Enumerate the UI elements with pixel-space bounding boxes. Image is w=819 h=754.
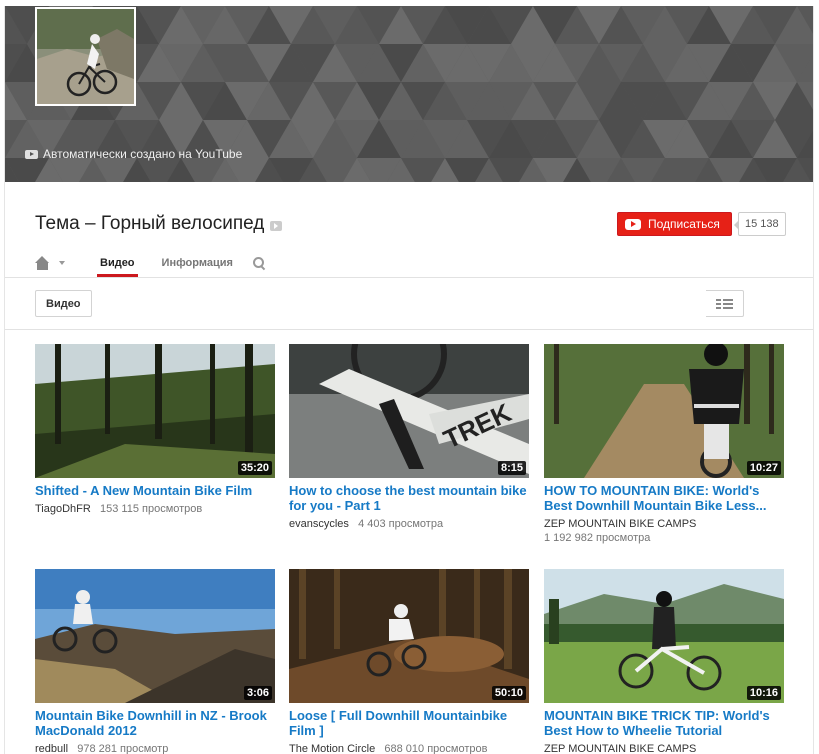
video-title-link[interactable]: Mountain Bike Downhill in NZ - Brook Mac… — [35, 708, 275, 738]
video-meta: redbull 978 281 просмотр — [35, 742, 275, 754]
tabs-divider — [5, 277, 813, 278]
channel-avatar[interactable] — [35, 7, 136, 106]
chevron-down-icon[interactable] — [59, 260, 65, 265]
channel-banner: Автоматически создано на YouTube — [5, 6, 813, 182]
video-title-link[interactable]: HOW TO MOUNTAIN BIKE: World's Best Downh… — [544, 483, 784, 513]
channel-page: Автоматически создано на YouTube Тема – … — [4, 6, 814, 754]
subscriber-count: 15 138 — [734, 212, 786, 236]
video-thumbnail[interactable]: 10:27 — [544, 344, 784, 478]
video-duration: 8:15 — [497, 461, 526, 475]
content-filter-button[interactable]: Видео — [35, 290, 92, 317]
subscribe-label: Подписаться — [648, 217, 720, 231]
video-meta: evanscycles 4 403 просмотра — [289, 517, 529, 531]
video-card: 50:10 Loose [ Full Downhill Mountainbike… — [289, 569, 529, 754]
video-thumbnail[interactable]: TREK 8:15 — [289, 344, 529, 478]
video-meta: ZEP MOUNTAIN BIKE CAMPS — [544, 742, 784, 754]
video-uploader[interactable]: The Motion Circle — [289, 743, 375, 754]
filter-divider — [5, 329, 813, 330]
tab-info[interactable]: Информация — [162, 248, 233, 277]
channel-header: Тема – Горный велосипед — [35, 213, 283, 235]
video-views: 978 281 просмотр — [77, 743, 169, 754]
tab-search[interactable] — [252, 248, 269, 277]
channel-title[interactable]: Тема – Горный велосипед — [35, 213, 264, 235]
video-views: 688 010 просмотров — [384, 743, 488, 754]
video-meta: ZEP MOUNTAIN BIKE CAMPS 1 192 982 просмо… — [544, 517, 784, 545]
video-uploader[interactable]: ZEP MOUNTAIN BIKE CAMPS — [544, 517, 784, 531]
video-views: 153 115 просмотров — [100, 503, 203, 515]
video-title-link[interactable]: Shifted - A New Mountain Bike Film — [35, 483, 275, 498]
video-card: 3:06 Mountain Bike Downhill in NZ - Broo… — [35, 569, 275, 754]
auto-created-text: Автоматически создано на YouTube — [43, 147, 243, 161]
list-icon — [716, 298, 733, 309]
home-icon — [35, 255, 50, 270]
tab-home[interactable] — [35, 248, 77, 277]
video-duration: 50:10 — [491, 686, 526, 700]
video-uploader[interactable]: ZEP MOUNTAIN BIKE CAMPS — [544, 742, 784, 754]
video-card: 10:16 MOUNTAIN BIKE TRICK TIP: World's B… — [544, 569, 784, 754]
video-thumbnail[interactable]: 3:06 — [35, 569, 275, 703]
video-title-link[interactable]: Loose [ Full Downhill Mountainbike Film … — [289, 708, 529, 738]
search-icon — [252, 256, 265, 269]
tab-videos[interactable]: Видео — [97, 248, 138, 277]
video-thumbnail[interactable]: 35:20 — [35, 344, 275, 478]
video-meta: The Motion Circle 688 010 просмотров — [289, 742, 529, 754]
video-card: 35:20 Shifted - A New Mountain Bike Film… — [35, 344, 275, 516]
video-card: TREK 8:15 How to choose the best mountai… — [289, 344, 529, 531]
video-title-link[interactable]: How to choose the best mountain bike for… — [289, 483, 529, 513]
video-duration: 3:06 — [243, 686, 272, 700]
video-title-link[interactable]: MOUNTAIN BIKE TRICK TIP: World's Best Ho… — [544, 708, 784, 738]
youtube-icon — [25, 149, 38, 159]
video-thumbnail[interactable]: 50:10 — [289, 569, 529, 703]
auto-generated-badge-icon — [270, 220, 283, 231]
video-duration: 10:16 — [746, 686, 781, 700]
auto-created-note: Автоматически создано на YouTube — [25, 147, 242, 161]
video-uploader[interactable]: TiagoDhFR — [35, 503, 91, 515]
youtube-logo-icon — [625, 218, 641, 230]
video-meta: TiagoDhFR 153 115 просмотров — [35, 502, 275, 516]
subscribe-button[interactable]: Подписаться — [617, 212, 732, 236]
view-toggle — [706, 290, 774, 655]
video-thumbnail[interactable]: 10:16 — [544, 569, 784, 703]
video-uploader[interactable]: redbull — [35, 743, 68, 754]
video-uploader[interactable]: evanscycles — [289, 518, 349, 530]
video-views: 4 403 просмотра — [358, 518, 444, 530]
video-views: 1 192 982 просмотра — [544, 532, 651, 544]
channel-tabs: Видео Информация — [35, 248, 269, 277]
video-duration: 10:27 — [746, 461, 781, 475]
video-card: 10:27 HOW TO MOUNTAIN BIKE: World's Best… — [544, 344, 784, 545]
list-view-button[interactable] — [706, 290, 744, 317]
video-duration: 35:20 — [237, 461, 272, 475]
